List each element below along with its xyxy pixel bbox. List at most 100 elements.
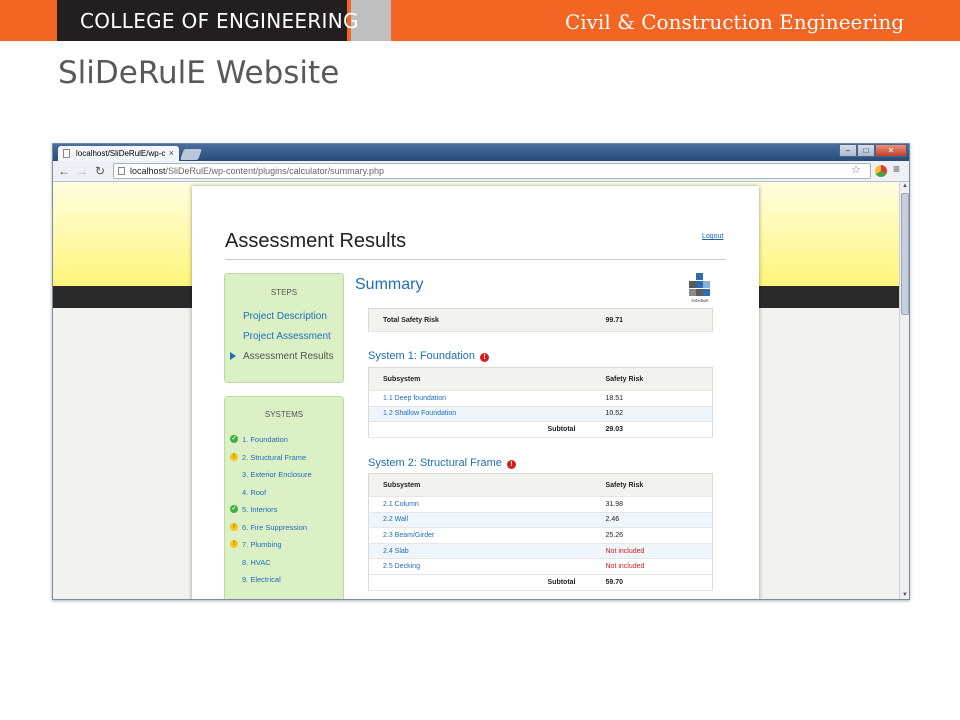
bookmark-star-icon[interactable]: ☆ — [851, 163, 861, 176]
risk-value: 10.52 — [591, 406, 713, 423]
title-divider — [225, 259, 726, 260]
systems-panel: SYSTEMS ✓ 1. Foundation ! 2. Structural … — [224, 396, 344, 599]
slide-header: COLLEGE OF ENGINEERING Civil & Construct… — [0, 0, 960, 41]
subtotal-value: 29.03 — [591, 421, 713, 438]
warning-icon: ! — [230, 453, 238, 461]
minimize-icon[interactable]: – — [839, 144, 857, 157]
subsystem-link[interactable]: 2.2 Wall — [368, 512, 592, 529]
browser-viewport: Assessment Results Logout STEPS Project … — [53, 182, 899, 599]
system-link-foundation[interactable]: 1. Foundation — [242, 435, 288, 444]
subtotal-label: Subtotal — [368, 574, 592, 591]
header-orange-block-left — [0, 0, 57, 41]
page-title: Assessment Results — [225, 230, 407, 252]
maximize-icon[interactable]: □ — [857, 144, 875, 157]
back-arrow-icon[interactable]: ← — [57, 164, 71, 178]
system-1-heading: System 1: Foundation! — [368, 350, 490, 362]
summary-heading: Summary — [355, 276, 424, 293]
table-row: 1.2 Shallow Foundation 10.52 — [368, 406, 713, 423]
logo-square — [703, 281, 710, 288]
warning-icon: ! — [230, 523, 238, 531]
warning-icon: ! — [230, 540, 238, 548]
subsystem-link[interactable]: 2.1 Column — [368, 496, 592, 513]
logo-square — [689, 289, 696, 296]
browser-window: localhost/SliDeRulE/wp-c × – □ ✕ ← → ↻ l… — [52, 143, 910, 600]
subsystem-link[interactable]: 2.3 Beam/Girder — [368, 527, 592, 544]
risk-value: 25.26 — [591, 527, 713, 544]
page-info-icon — [118, 167, 125, 175]
steps-heading: STEPS — [270, 288, 298, 297]
table-row: 2.1 Column 31.98 — [368, 496, 713, 513]
step-project-assessment[interactable]: Project Assessment — [243, 331, 331, 342]
step-project-description[interactable]: Project Description — [243, 311, 327, 322]
system-2-title: System 2: Structural Frame — [368, 457, 502, 469]
reload-icon[interactable]: ↻ — [93, 164, 107, 178]
logo-square — [696, 289, 703, 296]
logo-square — [689, 281, 696, 288]
browser-toolbar: ← → ↻ localhost/SliDeRulE/wp-content/plu… — [53, 161, 909, 182]
subtotal-label: Subtotal — [368, 421, 592, 438]
system-link-plumbing[interactable]: 7. Plumbing — [242, 540, 282, 549]
safety-risk-column-header: Safety Risk — [591, 473, 713, 497]
table-row: 2.3 Beam/Girder 25.26 — [368, 527, 713, 544]
vertical-scrollbar[interactable]: ▲ ▼ — [899, 182, 909, 599]
subsystem-link[interactable]: 2.4 Slab — [368, 543, 592, 560]
scroll-up-arrow-icon[interactable]: ▲ — [901, 183, 909, 191]
menu-icon[interactable]: ≡ — [893, 162, 900, 176]
address-bar[interactable]: localhost/SliDeRulE/wp-content/plugins/c… — [113, 163, 871, 179]
system-link-roof[interactable]: 4. Roof — [242, 488, 266, 497]
system-link-fire-suppression[interactable]: 6. Fire Suppression — [242, 523, 307, 532]
logout-link[interactable]: Logout — [702, 233, 723, 240]
steps-panel: STEPS Project Description Project Assess… — [224, 273, 344, 383]
risk-value: 31.98 — [591, 496, 713, 513]
step-assessment-results[interactable]: Assessment Results — [243, 351, 334, 362]
table-row: 2.2 Wall 2.46 — [368, 512, 713, 529]
logo-text: SliDeRulE — [691, 298, 709, 303]
system-2-table: Subsystem Safety Risk 2.1 Column 31.98 2… — [368, 473, 713, 591]
subsystem-link[interactable]: 1.2 Shallow Foundation — [368, 406, 592, 423]
new-tab-button[interactable] — [179, 149, 203, 160]
subtotal-value: 59.70 — [591, 574, 713, 591]
subsystem-column-header: Subsystem — [368, 473, 592, 497]
check-icon: ✓ — [230, 505, 238, 513]
subsystem-link[interactable]: 1.1 Deep foundation — [368, 390, 592, 407]
subsystem-link[interactable]: 2.5 Decking — [368, 558, 592, 575]
scroll-thumb[interactable] — [901, 193, 909, 315]
logo-square — [703, 289, 710, 296]
table-header-row: Subsystem Safety Risk — [368, 473, 713, 497]
window-controls: – □ ✕ — [839, 144, 907, 157]
forward-arrow-icon[interactable]: → — [75, 164, 89, 178]
system-link-interiors[interactable]: 5. Interiors — [242, 505, 277, 514]
department-name: Civil & Construction Engineering — [564, 10, 904, 34]
risk-value: Not included — [591, 558, 713, 575]
subtotal-row: Subtotal 59.70 — [368, 574, 713, 591]
content-page: Assessment Results Logout STEPS Project … — [192, 186, 759, 599]
slide-title: SliDeRulE Website — [58, 55, 340, 91]
url-path: /SliDeRulE/wp-content/plugins/calculator… — [165, 166, 384, 176]
extension-icon[interactable] — [875, 165, 887, 177]
system-link-structural-frame[interactable]: 2. Structural Frame — [242, 453, 306, 462]
tab-close-icon[interactable]: × — [169, 148, 174, 158]
alert-icon: ! — [480, 353, 490, 362]
scroll-down-arrow-icon[interactable]: ▼ — [901, 592, 909, 599]
current-step-arrow-icon — [230, 352, 236, 360]
system-link-hvac[interactable]: 8. HVAC — [242, 558, 271, 567]
system-2-heading: System 2: Structural Frame! — [368, 457, 516, 469]
alert-icon: ! — [506, 460, 516, 469]
table-row: 1.1 Deep foundation 18.51 — [368, 390, 713, 407]
total-risk-table: Total Safety Risk 99.71 — [368, 308, 713, 332]
check-icon: ✓ — [230, 435, 238, 443]
browser-tab[interactable]: localhost/SliDeRulE/wp-c × — [58, 146, 179, 161]
tab-title: localhost/SliDeRulE/wp-c — [76, 149, 166, 158]
window-close-icon[interactable]: ✕ — [875, 144, 907, 157]
subsystem-column-header: Subsystem — [368, 367, 592, 391]
table-header-row: Subsystem Safety Risk — [368, 367, 713, 391]
logo-square — [696, 281, 703, 288]
logo-square — [696, 273, 703, 280]
risk-value: Not included — [591, 543, 713, 560]
table-row: 2.5 Decking Not included — [368, 558, 713, 575]
system-link-exterior-enclosure[interactable]: 3. Exterior Enclosure — [242, 470, 312, 479]
table-row: 2.4 Slab Not included — [368, 543, 713, 560]
system-link-electrical[interactable]: 9. Electrical — [242, 575, 281, 584]
risk-value: 18.51 — [591, 390, 713, 407]
system-1-title: System 1: Foundation — [368, 350, 476, 362]
